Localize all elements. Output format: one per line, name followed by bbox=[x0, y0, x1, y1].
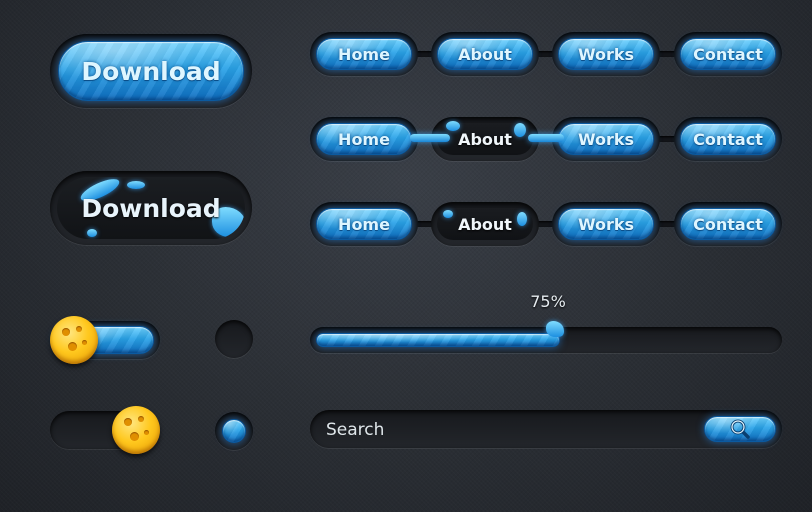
nav-slot: Home bbox=[310, 202, 418, 246]
progress-fill bbox=[316, 333, 560, 347]
download-button-splash-well: Download bbox=[50, 171, 252, 245]
nav-item-about[interactable]: About bbox=[437, 38, 533, 70]
radio-button-unchecked[interactable] bbox=[215, 320, 253, 358]
water-drop-icon bbox=[517, 212, 527, 226]
nav-slot: Works bbox=[552, 202, 660, 246]
nav-item-works[interactable]: Works bbox=[558, 38, 654, 70]
nav-slot: Home bbox=[310, 117, 418, 161]
nav-slot: Contact bbox=[674, 202, 782, 246]
nav-slot: Works bbox=[552, 117, 660, 161]
toggle-knob-coin-icon[interactable] bbox=[50, 316, 98, 364]
search-bar bbox=[310, 410, 782, 448]
radio-dot bbox=[222, 419, 246, 443]
download-button-label: Download bbox=[81, 56, 221, 86]
nav-item-works[interactable]: Works bbox=[558, 123, 654, 155]
water-drop-icon bbox=[446, 121, 460, 131]
nav-slot: Contact bbox=[674, 32, 782, 76]
nav-item-works[interactable]: Works bbox=[558, 208, 654, 240]
water-drop-icon bbox=[443, 210, 453, 218]
nav-item-home[interactable]: Home bbox=[316, 123, 412, 155]
water-stream-icon bbox=[410, 134, 450, 142]
nav-item-contact[interactable]: Contact bbox=[680, 208, 776, 240]
nav-item-home[interactable]: Home bbox=[316, 38, 412, 70]
download-button-well: Download bbox=[50, 34, 252, 108]
search-input[interactable] bbox=[324, 418, 698, 442]
water-drop-icon bbox=[514, 123, 526, 137]
search-icon bbox=[730, 419, 750, 439]
nav-slot: About bbox=[431, 32, 539, 76]
progress-label: 75% bbox=[530, 292, 566, 311]
download-button-splash-label: Download bbox=[81, 193, 221, 223]
water-stream-icon bbox=[528, 134, 564, 142]
water-drop-icon bbox=[127, 181, 145, 189]
nav-slot: Contact bbox=[674, 117, 782, 161]
nav-item-contact[interactable]: Contact bbox=[680, 123, 776, 155]
nav-bar-2: Home About Works Contact bbox=[310, 117, 782, 161]
search-button[interactable] bbox=[704, 416, 776, 442]
nav-item-contact[interactable]: Contact bbox=[680, 38, 776, 70]
nav-item-home[interactable]: Home bbox=[316, 208, 412, 240]
progress-bar bbox=[310, 321, 782, 353]
nav-slot: Home bbox=[310, 32, 418, 76]
download-button-splash[interactable]: Download bbox=[57, 177, 245, 239]
nav-bar-1: Home About Works Contact bbox=[310, 32, 782, 76]
download-button[interactable]: Download bbox=[58, 41, 244, 101]
radio-button-checked[interactable] bbox=[215, 412, 253, 450]
nav-slot: About bbox=[431, 202, 539, 246]
nav-bar-3: Home About Works Contact bbox=[310, 202, 782, 246]
nav-slot: Works bbox=[552, 32, 660, 76]
water-drop-icon bbox=[87, 229, 97, 237]
toggle-knob-coin-icon[interactable] bbox=[112, 406, 160, 454]
water-wave-icon bbox=[546, 321, 564, 337]
